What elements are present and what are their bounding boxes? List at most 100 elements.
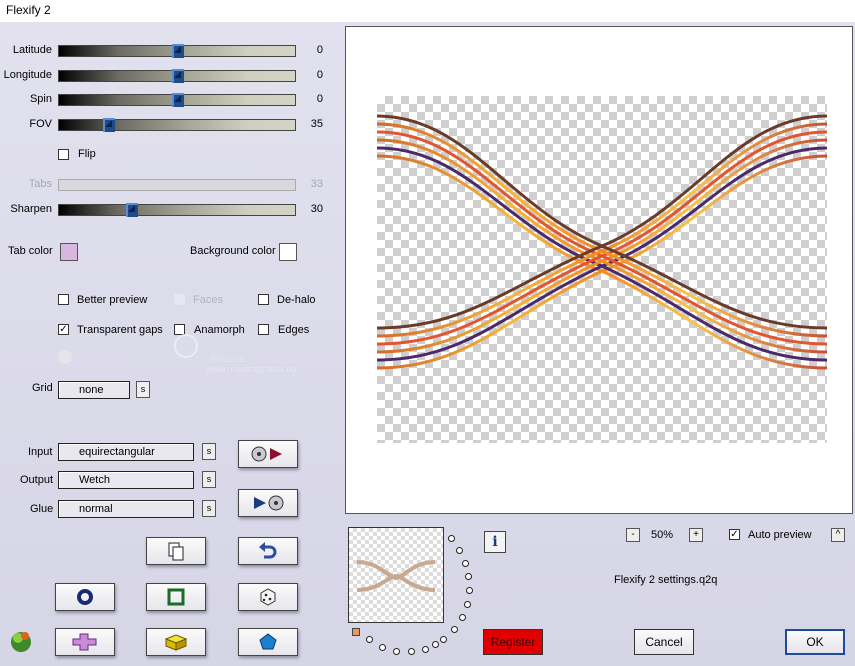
anamorph-label: Anamorph [194, 324, 245, 336]
disc-to-play-icon [251, 446, 282, 462]
disabled-radio [58, 350, 72, 364]
thumbnail-marker-icon [352, 628, 360, 636]
latitude-value: 0 [316, 44, 323, 56]
input-label: Input [28, 446, 53, 458]
rotation-dot[interactable] [466, 587, 473, 594]
cross-shape-button[interactable] [55, 628, 115, 656]
tab-color-swatch[interactable] [60, 243, 78, 261]
rotation-dot[interactable] [432, 641, 439, 648]
copy-button[interactable] [146, 537, 206, 565]
de-halo-label: De-halo [277, 294, 316, 306]
yellow-cube-icon [164, 634, 188, 651]
purple-cross-icon [72, 633, 97, 651]
output-select[interactable]: Wetch [58, 471, 194, 489]
rotation-dot[interactable] [448, 535, 455, 542]
window-title: Flexify 2 [6, 3, 51, 17]
longitude-thumb[interactable] [172, 69, 184, 83]
input-s-button[interactable]: s [202, 443, 216, 460]
tabs-value: 33 [310, 178, 323, 190]
blue-pentagon-icon [259, 633, 277, 650]
settings-filename: Flexify 2 settings.q2q [614, 574, 718, 586]
undo-arrow-icon [259, 542, 277, 559]
rotation-dot[interactable] [422, 646, 429, 653]
tabs-label: Tabs [28, 178, 52, 190]
fov-slider[interactable] [58, 118, 296, 132]
latitude-thumb[interactable] [172, 44, 184, 58]
grid-s-button[interactable]: s [136, 381, 150, 398]
longitude-slider[interactable] [58, 69, 296, 83]
import-button[interactable] [238, 440, 298, 468]
spin-value: 0 [316, 93, 323, 105]
app-logo-icon [8, 628, 34, 654]
rotation-dot[interactable] [379, 644, 386, 651]
tabs-slider [58, 179, 296, 191]
ring-icon [77, 589, 93, 605]
longitude-value: 0 [316, 69, 323, 81]
glue-s-button[interactable]: s [202, 500, 216, 517]
latitude-label: Latitude [12, 44, 52, 56]
thumbnail-image [356, 560, 436, 592]
background-color-label: Background color [190, 245, 276, 257]
cube-shape-button[interactable] [146, 628, 206, 656]
output-s-button[interactable]: s [202, 471, 216, 488]
de-halo-checkbox[interactable] [258, 294, 269, 305]
spin-label: Spin [29, 93, 52, 105]
rotation-dot[interactable] [459, 614, 466, 621]
rotation-dot[interactable] [456, 547, 463, 554]
transparent-gaps-label: Transparent gaps [77, 324, 163, 336]
undo-button[interactable] [238, 537, 298, 565]
background-color-swatch[interactable] [279, 243, 297, 261]
glue-select[interactable]: normal [58, 500, 194, 518]
zoom-out-button[interactable]: - [626, 528, 640, 542]
rotation-dot[interactable] [408, 648, 415, 655]
pentagon-shape-button[interactable] [238, 628, 298, 656]
sharpen-thumb[interactable] [126, 203, 138, 217]
edges-checkbox[interactable] [258, 324, 269, 335]
green-square-icon [167, 588, 185, 606]
title-bar: Flexify 2 [0, 0, 855, 22]
rotation-dot[interactable] [462, 560, 469, 567]
tab-color-label: Tab color [8, 245, 53, 257]
register-button[interactable]: Register [483, 629, 543, 655]
rotation-dot[interactable] [465, 573, 472, 580]
fov-thumb[interactable] [103, 118, 115, 132]
ring-shape-button[interactable] [55, 583, 115, 611]
grid-label: Grid [32, 382, 53, 394]
faces-label: Faces [193, 294, 223, 306]
rotation-dot[interactable] [393, 648, 400, 655]
auto-preview-label: Auto preview [748, 529, 812, 541]
better-preview-checkbox[interactable] [58, 294, 69, 305]
dice-icon [260, 588, 276, 606]
collapse-button[interactable]: ^ [831, 528, 845, 542]
zoom-in-button[interactable]: + [689, 528, 703, 542]
preview-image [376, 96, 828, 443]
info-button[interactable]: i [484, 531, 506, 553]
latitude-slider[interactable] [58, 44, 296, 58]
faces-checkbox [174, 294, 185, 305]
random-button[interactable] [238, 583, 298, 611]
thumbnail-navigator[interactable] [348, 527, 444, 623]
rotation-dot[interactable] [451, 626, 458, 633]
copy-page-icon [168, 542, 184, 561]
transparent-gaps-checkbox[interactable]: ✓ [58, 324, 69, 335]
export-button[interactable] [238, 489, 298, 517]
square-shape-button[interactable] [146, 583, 206, 611]
auto-preview-checkbox[interactable]: ✓ [729, 529, 740, 540]
ok-button[interactable]: OK [785, 629, 845, 655]
watermark: Pinuccia www.maidiragrafica.eu [206, 354, 297, 374]
grid-select[interactable]: none [58, 381, 130, 399]
sharpen-slider[interactable] [58, 203, 296, 217]
rotation-dot[interactable] [440, 636, 447, 643]
flexified-image-graphic [376, 114, 828, 370]
spin-thumb[interactable] [172, 93, 184, 107]
rotation-dot[interactable] [366, 636, 373, 643]
output-label: Output [20, 474, 54, 486]
spin-slider[interactable] [58, 93, 296, 107]
watermark-url: www.maidiragrafica.eu [206, 364, 297, 374]
play-to-disc-icon [254, 495, 284, 511]
cancel-button[interactable]: Cancel [634, 629, 694, 655]
input-select[interactable]: equirectangular [58, 443, 194, 461]
flip-checkbox[interactable] [58, 149, 69, 160]
glue-label: Glue [30, 503, 54, 515]
rotation-dot[interactable] [464, 601, 471, 608]
